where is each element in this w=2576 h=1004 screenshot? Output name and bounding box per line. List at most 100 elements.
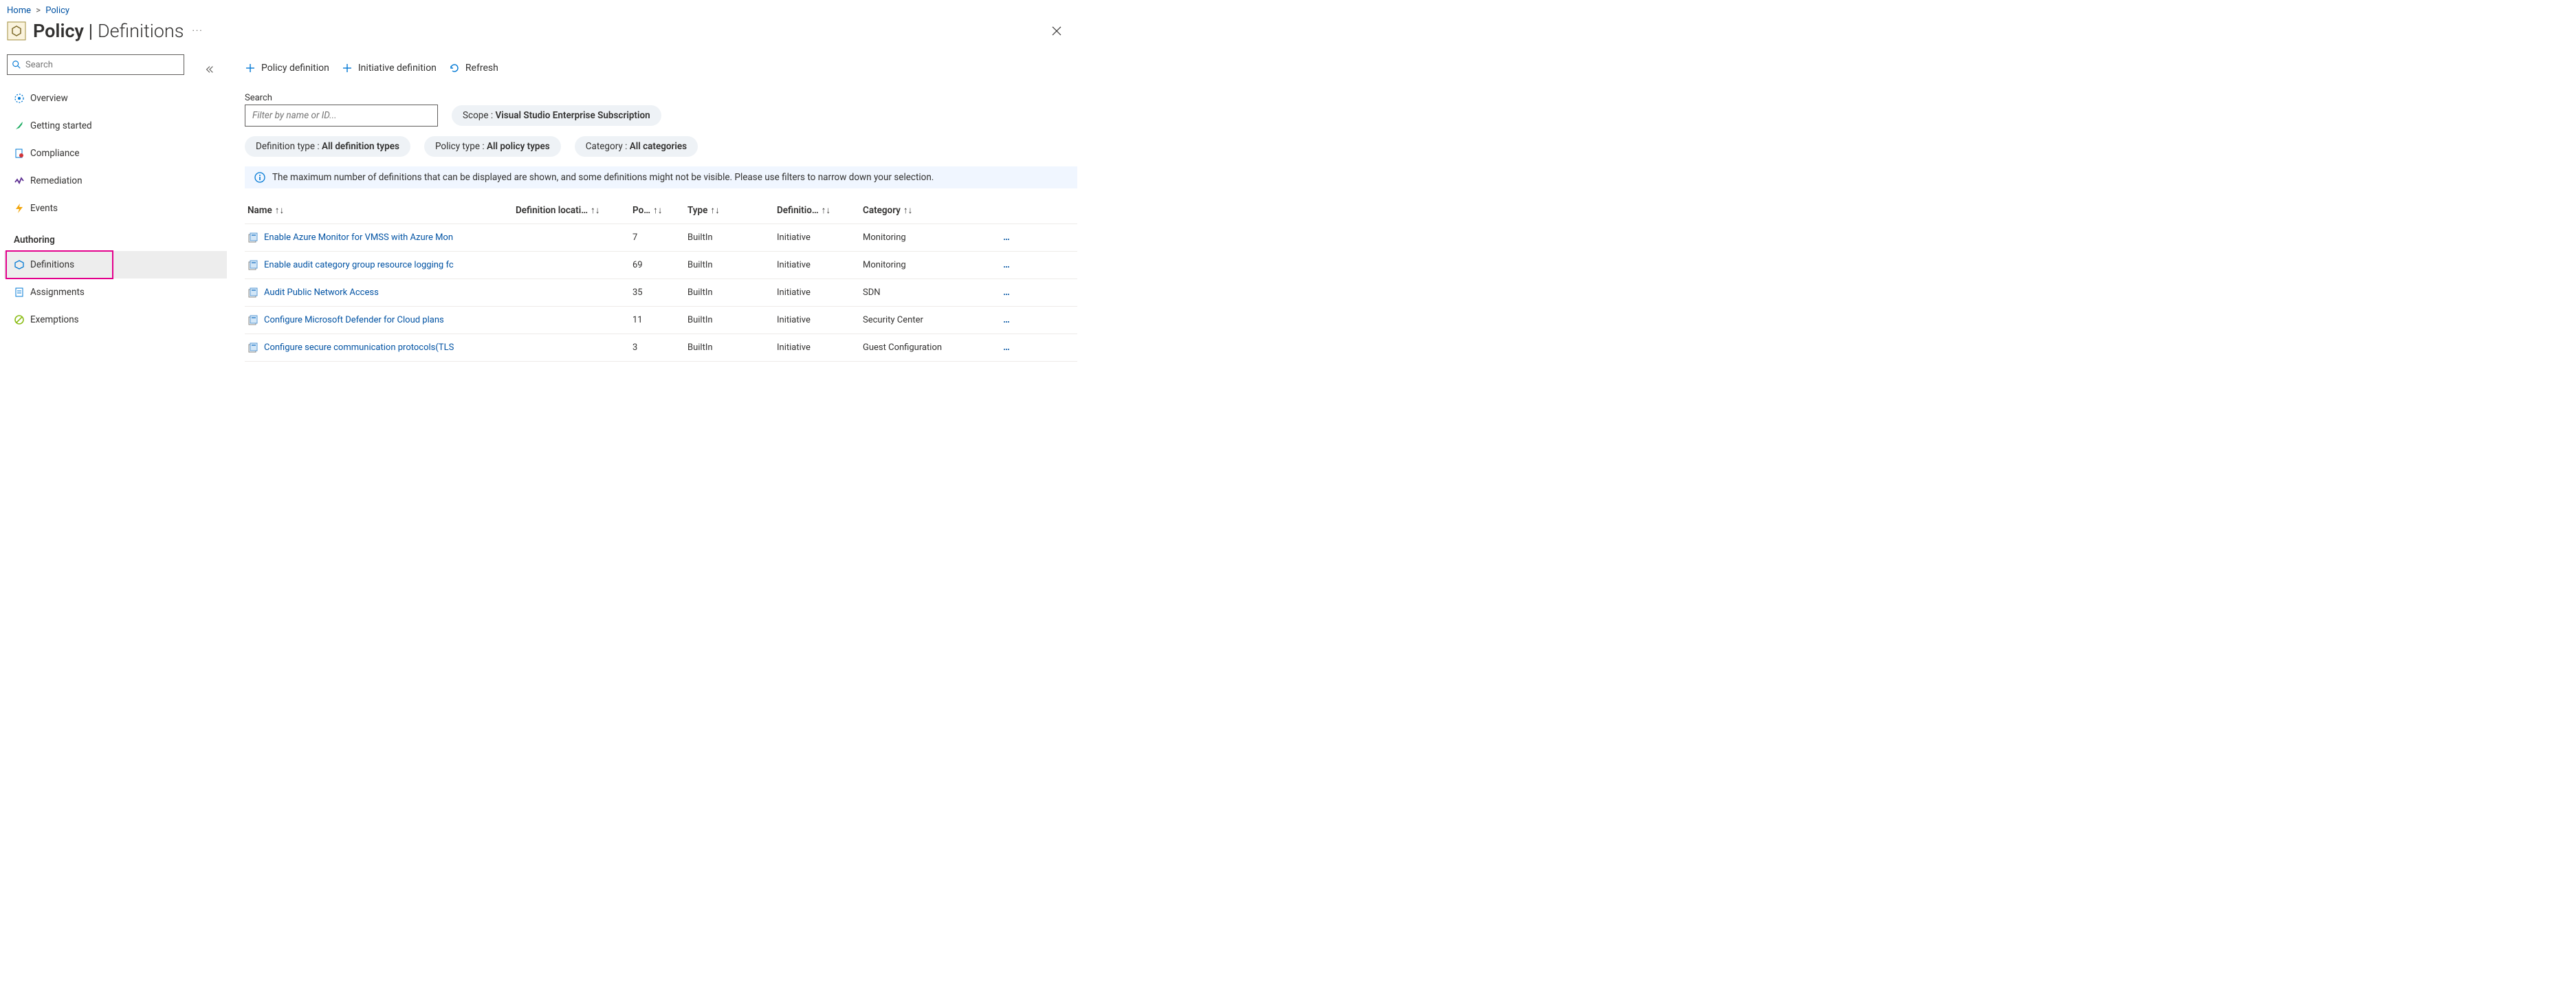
row-name-link[interactable]: Configure Microsoft Defender for Cloud p… [264, 315, 444, 325]
row-more-button[interactable]: … [990, 315, 1024, 325]
row-deftype: Initiative [777, 232, 863, 243]
table-row: Enable audit category group resource log… [245, 252, 1077, 279]
row-category: Monitoring [863, 232, 990, 243]
filter-definition-type-pill[interactable]: Definition type : All definition types [245, 136, 410, 157]
col-type[interactable]: Type↑↓ [687, 205, 777, 216]
row-type: BuiltIn [687, 287, 777, 298]
sidebar-item-label: Definitions [30, 259, 74, 270]
sidebar-search-input[interactable] [25, 60, 179, 70]
sidebar-search[interactable] [7, 54, 184, 75]
filter-category-pill[interactable]: Category : All categories [575, 136, 698, 157]
refresh-button[interactable]: Refresh [449, 63, 498, 74]
sidebar-item-overview[interactable]: Overview [4, 85, 227, 112]
table-row: Audit Public Network Access 35BuiltInInit… [245, 279, 1077, 307]
sidebar-item-events[interactable]: Events [4, 195, 227, 222]
breadcrumb-home[interactable]: Home [7, 6, 31, 16]
sidebar-group-authoring: Authoring [4, 222, 227, 251]
row-name-link[interactable]: Configure secure communication protocols… [264, 342, 454, 353]
breadcrumb-sep: > [36, 6, 41, 16]
row-name-link[interactable]: Enable Azure Monitor for VMSS with Azure… [264, 232, 453, 243]
header-more-button[interactable]: ··· [192, 26, 203, 36]
table-row: Configure secure communication protocols… [245, 334, 1077, 362]
info-bar: The maximum number of definitions that c… [245, 166, 1077, 188]
row-category: Monitoring [863, 260, 990, 270]
refresh-icon [449, 63, 460, 74]
row-name-link[interactable]: Enable audit category group resource log… [264, 260, 454, 270]
info-icon [254, 172, 265, 183]
row-deftype: Initiative [777, 287, 863, 298]
exemptions-icon [14, 314, 30, 325]
row-type: BuiltIn [687, 315, 777, 325]
page-title-thin: Definitions [98, 20, 184, 42]
row-more-button[interactable]: … [990, 260, 1024, 270]
filter-scope-pill[interactable]: Scope : Visual Studio Enterprise Subscri… [452, 105, 661, 126]
row-type: BuiltIn [687, 232, 777, 243]
filter-scope-label: Scope : [463, 110, 496, 121]
sidebar-item-label: Events [30, 203, 58, 214]
content: Policy definition Initiative definition … [227, 54, 1081, 362]
col-policies[interactable]: Po…↑↓ [632, 205, 687, 216]
table-row: Enable Azure Monitor for VMSS with Azure… [245, 224, 1077, 252]
add-policy-definition-button[interactable]: Policy definition [245, 63, 329, 74]
add-initiative-definition-label: Initiative definition [358, 63, 437, 74]
refresh-label: Refresh [465, 63, 498, 74]
row-more-button[interactable]: … [990, 342, 1024, 353]
row-policies: 11 [632, 315, 687, 325]
row-more-button[interactable]: … [990, 232, 1024, 243]
definitions-icon [14, 259, 30, 270]
initiative-icon [247, 287, 258, 298]
breadcrumb-policy[interactable]: Policy [45, 6, 69, 16]
initiative-icon [247, 315, 258, 326]
row-category: Security Center [863, 315, 990, 325]
initiative-icon [247, 342, 258, 353]
table-header: Name↑↓ Definition locati…↑↓ Po…↑↓ Type↑↓… [245, 197, 1077, 224]
sidebar-item-label: Getting started [30, 120, 92, 131]
sidebar-item-compliance[interactable]: Compliance [4, 140, 227, 167]
sidebar-item-label: Exemptions [30, 314, 79, 325]
sidebar-item-label: Overview [30, 93, 68, 104]
initiative-icon [247, 232, 258, 243]
sidebar-item-label: Assignments [30, 287, 85, 298]
remediation-icon [14, 175, 30, 186]
sidebar-item-exemptions[interactable]: Exemptions [4, 306, 227, 334]
overview-icon [14, 93, 30, 104]
sidebar-item-getting-started[interactable]: Getting started [4, 112, 227, 140]
policy-hex-icon [7, 21, 26, 41]
row-more-button[interactable]: … [990, 287, 1024, 298]
sidebar-item-definitions[interactable]: Definitions [4, 251, 227, 279]
filter-policy-type-pill[interactable]: Policy type : All policy types [424, 136, 561, 157]
filter-search-label: Search [245, 93, 1077, 103]
filter-search-input[interactable] [245, 105, 438, 127]
page-title: Policy | Definitions [33, 20, 184, 42]
filter-cat-value: All categories [630, 141, 687, 152]
page-header: Policy | Definitions ··· [0, 20, 1081, 54]
col-category[interactable]: Category↑↓ [863, 205, 990, 216]
col-definition-type[interactable]: Definitio…↑↓ [777, 205, 863, 216]
lightning-icon [14, 203, 30, 214]
initiative-icon [247, 260, 258, 271]
search-icon [12, 60, 21, 69]
row-deftype: Initiative [777, 342, 863, 353]
row-name-cell: Configure secure communication protocols… [247, 342, 516, 353]
row-name-cell: Audit Public Network Access [247, 287, 516, 298]
col-location[interactable]: Definition locati…↑↓ [516, 205, 632, 216]
sidebar: Overview Getting started Compliance Reme… [0, 54, 227, 362]
collapse-sidebar-button[interactable] [205, 65, 214, 74]
sidebar-item-label: Compliance [30, 148, 80, 159]
row-policies: 7 [632, 232, 687, 243]
row-policies: 35 [632, 287, 687, 298]
sidebar-item-remediation[interactable]: Remediation [4, 167, 227, 195]
filter-cat-label: Category : [586, 141, 630, 152]
row-category: Guest Configuration [863, 342, 990, 353]
page-title-sep: | [84, 20, 98, 42]
filter-deftype-label: Definition type : [256, 141, 322, 152]
add-policy-definition-label: Policy definition [261, 63, 329, 74]
row-name-link[interactable]: Audit Public Network Access [264, 287, 379, 298]
add-initiative-definition-button[interactable]: Initiative definition [342, 63, 437, 74]
close-button[interactable] [1046, 23, 1068, 39]
sidebar-item-assignments[interactable]: Assignments [4, 279, 227, 306]
filter-deftype-value: All definition types [322, 141, 399, 152]
row-category: SDN [863, 287, 990, 298]
col-name[interactable]: Name↑↓ [247, 205, 516, 216]
filter-poltype-label: Policy type : [435, 141, 487, 152]
